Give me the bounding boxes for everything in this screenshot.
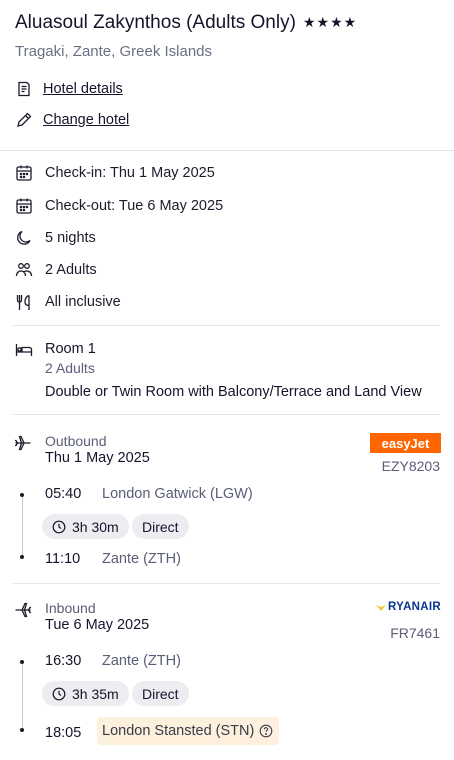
- inbound-flight-number: FR7461: [390, 625, 440, 641]
- inbound-depart-time: 16:30: [45, 653, 82, 669]
- room-title: Room 1: [45, 341, 96, 357]
- plane-landing-icon: [14, 601, 32, 619]
- hotel-name: Aluasoul Zakynthos (Adults Only): [15, 12, 296, 33]
- section-divider: [0, 150, 454, 151]
- checkin-text: Check-in: Thu 1 May 2025: [45, 165, 215, 181]
- checkout-row: Check-out: Tue 6 May 2025: [15, 196, 223, 216]
- stops-chip: Direct: [132, 681, 189, 706]
- hotel-details-link[interactable]: Hotel details: [15, 79, 123, 99]
- inbound-arrive-time: 18:05: [45, 725, 82, 741]
- section-divider: [13, 414, 440, 415]
- star-rating: ★★★★: [303, 14, 358, 30]
- section-divider: [13, 583, 440, 584]
- board-text: All inclusive: [45, 294, 121, 310]
- duration-chip: 3h 30m: [42, 514, 129, 539]
- route-line: [21, 494, 23, 558]
- route-dot: [20, 728, 24, 732]
- bed-icon: [15, 341, 33, 359]
- plane-takeoff-icon: [14, 434, 32, 452]
- ryanair-wordmark: RYANAIR: [387, 601, 441, 613]
- outbound-arrive-time: 11:10: [45, 551, 81, 567]
- outbound-date: Thu 1 May 2025: [45, 450, 150, 466]
- room-adults: 2 Adults: [45, 360, 95, 376]
- duration-text: 3h 30m: [72, 518, 119, 535]
- guests-row: 2 Adults: [15, 260, 97, 280]
- help-icon[interactable]: [259, 724, 273, 738]
- inbound-date: Tue 6 May 2025: [45, 617, 150, 633]
- stops-chip: Direct: [132, 514, 189, 539]
- inbound-depart-airport: Zante (ZTH): [102, 653, 181, 669]
- clock-icon: [52, 520, 66, 534]
- room-description: Double or Twin Room with Balcony/Terrace…: [45, 384, 422, 400]
- calendar-icon: [15, 164, 33, 182]
- outbound-depart-airport: London Gatwick (LGW): [102, 486, 253, 502]
- duration-chip: 3h 35m: [42, 681, 129, 706]
- inbound-arrive-airport: London Stansted (STN): [102, 723, 255, 739]
- clock-icon: [52, 687, 66, 701]
- hotel-details-label[interactable]: Hotel details: [43, 81, 123, 97]
- change-hotel-link[interactable]: Change hotel: [15, 110, 129, 130]
- board-row: All inclusive: [15, 292, 121, 312]
- calendar-icon: [15, 197, 33, 215]
- different-airport-highlight[interactable]: London Stansted (STN): [97, 717, 280, 745]
- outbound-arrive-airport: Zante (ZTH): [102, 551, 181, 567]
- nights-text: 5 nights: [45, 230, 96, 246]
- checkout-text: Check-out: Tue 6 May 2025: [45, 198, 224, 214]
- document-icon: [15, 80, 33, 98]
- guests-text: 2 Adults: [45, 262, 97, 278]
- route-line: [21, 661, 23, 729]
- change-hotel-label[interactable]: Change hotel: [43, 112, 129, 128]
- route-dot: [20, 555, 24, 559]
- outbound-flight-number: EZY8203: [381, 458, 440, 474]
- hotel-location: Tragaki, Zante, Greek Islands: [15, 43, 213, 60]
- cutlery-icon: [15, 293, 33, 311]
- ryanair-logo: RYANAIR: [375, 601, 441, 613]
- route-dot: [20, 493, 24, 497]
- outbound-label: Outbound: [45, 433, 107, 449]
- pencil-icon: [15, 111, 33, 129]
- outbound-depart-time: 05:40: [45, 486, 82, 502]
- nights-row: 5 nights: [15, 228, 96, 248]
- easyjet-logo: easyJet: [370, 433, 441, 453]
- people-icon: [15, 261, 33, 279]
- duration-text: 3h 35m: [72, 685, 119, 702]
- inbound-label: Inbound: [45, 600, 96, 616]
- section-divider: [13, 325, 440, 326]
- harp-icon: [375, 602, 386, 612]
- route-dot: [20, 660, 24, 664]
- moon-icon: [15, 229, 33, 247]
- checkin-row: Check-in: Thu 1 May 2025: [15, 163, 215, 183]
